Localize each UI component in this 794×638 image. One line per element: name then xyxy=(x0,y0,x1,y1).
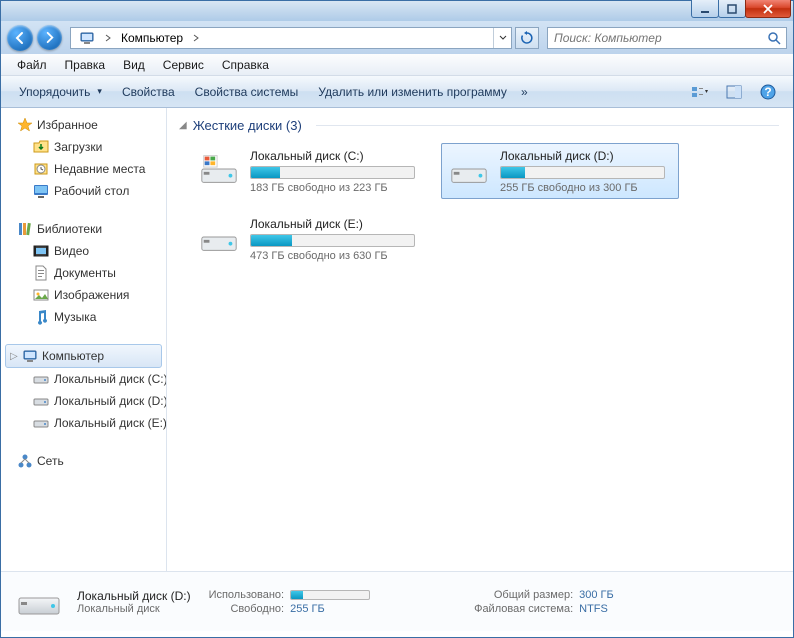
content-pane: ◢ Жесткие диски (3) Локальный диск (C:) 1… xyxy=(167,108,793,571)
drive-icon xyxy=(198,216,240,258)
drive-usage-bar xyxy=(250,166,415,179)
details-free-value: 255 ГБ xyxy=(290,603,370,615)
drive-free-text: 183 ГБ свободно из 223 ГБ xyxy=(250,182,422,194)
menu-bar: Файл Правка Вид Сервис Справка xyxy=(1,54,793,76)
drive-icon xyxy=(33,371,49,387)
sidebar-documents[interactable]: Документы xyxy=(1,262,166,284)
sidebar-downloads[interactable]: Загрузки xyxy=(1,136,166,158)
drive-icon xyxy=(15,578,63,626)
title-bar xyxy=(1,1,793,21)
drive-free-text: 473 ГБ свободно из 630 ГБ xyxy=(250,250,422,262)
drive-item[interactable]: Локальный диск (E:) 473 ГБ свободно из 63… xyxy=(191,211,429,267)
close-button[interactable] xyxy=(745,0,791,18)
drive-usage-bar xyxy=(250,234,415,247)
navigation-bar: Компьютер xyxy=(1,21,793,54)
expand-icon[interactable]: ▷ xyxy=(10,351,18,362)
help-button[interactable]: ? xyxy=(751,81,785,103)
menu-tools[interactable]: Сервис xyxy=(155,56,212,74)
maximize-button[interactable] xyxy=(718,0,746,18)
library-icon xyxy=(17,221,33,237)
pictures-icon xyxy=(33,287,49,303)
command-bar: Упорядочить▾ Свойства Свойства системы У… xyxy=(1,76,793,108)
drive-icon xyxy=(33,415,49,431)
computer-icon xyxy=(79,30,95,46)
category-header[interactable]: ◢ Жесткие диски (3) xyxy=(179,118,793,133)
sidebar-music[interactable]: Музыка xyxy=(1,306,166,328)
menu-view[interactable]: Вид xyxy=(115,56,153,74)
drive-free-text: 255 ГБ свободно из 300 ГБ xyxy=(500,182,672,194)
folder-icon xyxy=(33,139,49,155)
drive-usage-bar xyxy=(500,166,665,179)
refresh-button[interactable] xyxy=(515,27,539,49)
drive-icon xyxy=(448,148,490,190)
drive-icon xyxy=(33,393,49,409)
toolbar-overflow[interactable]: » xyxy=(517,76,532,107)
video-icon xyxy=(33,243,49,259)
organize-button[interactable]: Упорядочить▾ xyxy=(9,76,112,107)
drive-icon xyxy=(198,148,240,190)
details-used-value xyxy=(290,589,370,601)
document-icon xyxy=(33,265,49,281)
uninstall-program-button[interactable]: Удалить или изменить программу xyxy=(308,76,517,107)
navigation-pane: Избранное Загрузки Недавние места Рабочи… xyxy=(1,108,167,571)
sidebar-videos[interactable]: Видео xyxy=(1,240,166,262)
sidebar-libraries[interactable]: Библиотеки xyxy=(1,218,166,240)
svg-text:?: ? xyxy=(764,85,771,99)
sidebar-recent[interactable]: Недавние места xyxy=(1,158,166,180)
network-icon xyxy=(17,453,33,469)
menu-file[interactable]: Файл xyxy=(9,56,55,74)
drive-name: Локальный диск (D:) xyxy=(500,149,672,163)
sidebar-drive-d[interactable]: Локальный диск (D:) xyxy=(1,390,166,412)
sidebar-computer[interactable]: ▷ Компьютер xyxy=(5,344,162,368)
sidebar-network[interactable]: Сеть xyxy=(1,450,166,472)
drive-item[interactable]: Локальный диск (D:) 255 ГБ свободно из 30… xyxy=(441,143,679,199)
forward-button[interactable] xyxy=(37,25,62,50)
recent-icon xyxy=(33,161,49,177)
drive-name: Локальный диск (E:) xyxy=(250,217,422,231)
sidebar-favorites[interactable]: Избранное xyxy=(1,114,166,136)
star-icon xyxy=(17,117,33,133)
view-options-button[interactable] xyxy=(683,81,717,103)
music-icon xyxy=(33,309,49,325)
search-input[interactable] xyxy=(548,31,762,45)
details-fs-label: Файловая система: xyxy=(474,603,573,615)
back-button[interactable] xyxy=(7,25,33,51)
details-free-label: Свободно: xyxy=(209,603,285,615)
minimize-button[interactable] xyxy=(691,0,719,18)
search-icon[interactable] xyxy=(762,31,786,45)
breadcrumb-location[interactable]: Компьютер xyxy=(121,31,183,45)
sidebar-drive-c[interactable]: Локальный диск (C:) xyxy=(1,368,166,390)
address-bar[interactable]: Компьютер xyxy=(70,27,512,49)
menu-edit[interactable]: Правка xyxy=(57,56,114,74)
details-fs-value: NTFS xyxy=(579,603,614,615)
properties-button[interactable]: Свойства xyxy=(112,76,185,107)
details-type: Локальный диск xyxy=(77,603,191,615)
address-dropdown[interactable] xyxy=(493,28,511,48)
details-name: Локальный диск (D:) xyxy=(77,589,191,603)
details-total-value: 300 ГБ xyxy=(579,589,614,601)
drive-name: Локальный диск (C:) xyxy=(250,149,422,163)
computer-icon xyxy=(22,348,38,364)
desktop-icon xyxy=(33,183,49,199)
details-total-label: Общий размер: xyxy=(474,589,573,601)
search-box[interactable] xyxy=(547,27,787,49)
preview-pane-button[interactable] xyxy=(717,81,751,103)
menu-help[interactable]: Справка xyxy=(214,56,277,74)
sidebar-drive-e[interactable]: Локальный диск (E:) xyxy=(1,412,166,434)
system-properties-button[interactable]: Свойства системы xyxy=(185,76,309,107)
details-pane: Локальный диск (D:) Локальный диск Испол… xyxy=(1,571,793,631)
details-used-label: Использовано: xyxy=(209,589,285,601)
sidebar-pictures[interactable]: Изображения xyxy=(1,284,166,306)
drive-item[interactable]: Локальный диск (C:) 183 ГБ свободно из 22… xyxy=(191,143,429,199)
sidebar-desktop[interactable]: Рабочий стол xyxy=(1,180,166,202)
